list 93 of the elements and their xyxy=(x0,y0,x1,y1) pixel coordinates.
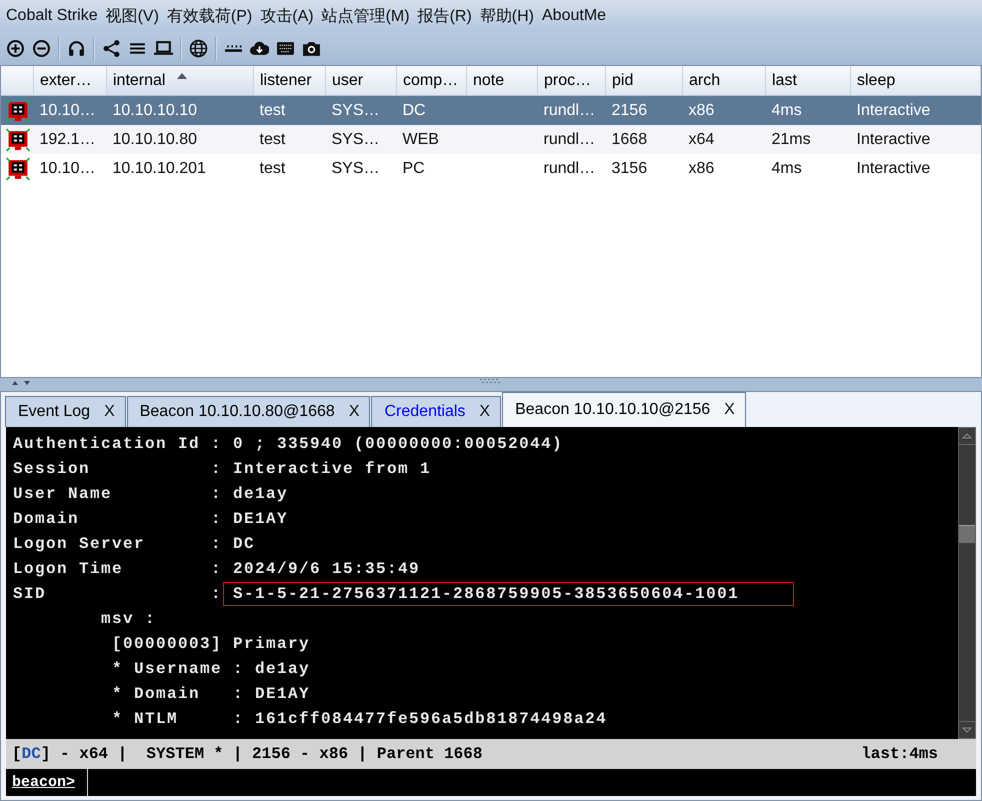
table-row[interactable]: 192.1… 10.10.10.80 test SYS… WEB rundl… 1668 x64 21ms Interactive xyxy=(1,125,980,154)
console-line: [00000003] Primary xyxy=(111,635,310,653)
close-button[interactable]: X xyxy=(724,401,735,419)
session-info: [DC] - x64 | SYSTEM * | 2156 - x86 | Parent 1668 xyxy=(12,745,482,763)
column-header[interactable]: proc… xyxy=(538,66,606,96)
keyboard-icon[interactable] xyxy=(276,39,295,58)
table-cell: x64 xyxy=(688,130,714,148)
menu-item[interactable]: 报告(R) xyxy=(418,6,472,26)
highlighted-value: S-1-5-21-2756371121-2868759905-3853650604-1001 xyxy=(223,582,794,606)
grip-icon[interactable] xyxy=(480,379,502,383)
close-button[interactable]: X xyxy=(479,403,490,421)
table-cell: test xyxy=(260,130,286,148)
column-header[interactable]: user xyxy=(326,66,396,96)
menu-item[interactable]: 帮助(H) xyxy=(480,6,534,26)
console-line: User Name : de1ay xyxy=(13,485,288,503)
table-cell: x86 xyxy=(688,102,714,118)
table-cell: DC xyxy=(402,102,426,118)
table-cell: 192.1… xyxy=(40,130,96,148)
plus-circle-icon[interactable] xyxy=(6,39,25,58)
menu-item[interactable]: 视图(V) xyxy=(106,6,159,26)
computer-icon xyxy=(5,156,31,180)
table-cell: SYS… xyxy=(332,130,380,148)
laptop-icon[interactable] xyxy=(154,39,173,58)
menu-item[interactable]: 站点管理(M) xyxy=(322,6,410,26)
tab[interactable]: Event Log X xyxy=(5,396,126,427)
table-cell: Interactive xyxy=(856,130,930,148)
column-header[interactable]: note xyxy=(466,66,538,96)
table-cell: test xyxy=(260,160,286,176)
table-cell: rundl… xyxy=(544,160,596,176)
table-cell: SYS… xyxy=(332,102,380,118)
menu-item[interactable]: AboutMe xyxy=(542,7,606,25)
table-cell: 10.10.10.10 xyxy=(112,102,198,118)
close-button[interactable]: X xyxy=(104,403,115,421)
column-header[interactable]: pid xyxy=(606,66,682,96)
console-line: * Username : de1ay xyxy=(111,660,310,678)
console-line: msv : xyxy=(100,610,156,628)
computer-icon xyxy=(5,98,31,122)
table-row[interactable]: 10.10… 10.10.10.10 test SYS… DC rundl… 2156 x86 4ms Interactive xyxy=(1,96,980,125)
menu-item[interactable]: Cobalt Strike xyxy=(6,7,98,25)
console-line: Logon Server : DC xyxy=(13,535,256,553)
tab[interactable]: Beacon 10.10.10.10@2156 X xyxy=(502,392,746,427)
table-cell: 2156 xyxy=(612,102,648,118)
table-cell: 10.10… xyxy=(40,102,96,118)
console-line: Domain : DE1AY xyxy=(13,510,288,528)
table-cell: PC xyxy=(402,160,425,176)
console-line: * Domain : DE1AY xyxy=(111,685,310,703)
table-cell: Interactive xyxy=(856,160,930,176)
scroll-down-icon[interactable] xyxy=(958,721,976,739)
sort-arrow-icon xyxy=(177,73,188,80)
tab[interactable]: Beacon 10.10.10.80@1668 X xyxy=(126,396,370,427)
scrollbar[interactable] xyxy=(958,427,976,739)
table-cell: 10.10… xyxy=(40,160,96,176)
table-row[interactable]: 10.10… 10.10.10.201 test SYS… PC rundl… 3156 x86 4ms Interactive xyxy=(1,154,980,183)
table-cell: test xyxy=(260,102,286,118)
computer-icon xyxy=(5,128,31,152)
share-icon[interactable] xyxy=(102,39,121,58)
table-cell: 10.10.10.80 xyxy=(112,130,198,148)
table-cell: 1668 xyxy=(612,130,648,148)
table-cell: 3156 xyxy=(612,160,648,176)
table-cell: Interactive xyxy=(856,102,930,118)
scroll-up-icon[interactable] xyxy=(958,427,976,445)
console-line: * NTLM : 161cff084477fe596a5db81874498a24 xyxy=(111,710,608,728)
column-header[interactable]: exter… xyxy=(34,66,106,96)
console-line: SID : xyxy=(13,585,222,603)
console-line: Authentication Id : 0 ; 335940 (00000000:00052044) xyxy=(13,435,564,453)
table-cell: rundl… xyxy=(544,130,596,148)
cloud-download-icon[interactable] xyxy=(250,39,269,58)
column-header[interactable]: last xyxy=(766,66,850,96)
table-cell: 4ms xyxy=(772,102,802,118)
menu-item[interactable]: 攻击(A) xyxy=(260,6,314,26)
last-seen: last:4ms xyxy=(861,745,938,763)
column-header[interactable]: arch xyxy=(682,66,766,96)
table-cell: 10.10.10.201 xyxy=(112,160,206,176)
scroll-thumb[interactable] xyxy=(959,525,975,543)
console-line: Session : Interactive from 1 xyxy=(13,460,432,478)
menu-item[interactable]: 有效载荷(P) xyxy=(166,6,252,26)
column-header[interactable]: comp… xyxy=(396,66,466,96)
table-cell: 21ms xyxy=(772,130,811,148)
camera-icon[interactable] xyxy=(302,39,321,58)
table-cell: SYS… xyxy=(332,160,380,176)
headphones-icon[interactable] xyxy=(67,39,86,58)
table-cell: x86 xyxy=(688,160,714,176)
table-cell: rundl… xyxy=(544,102,596,118)
minus-circle-icon[interactable] xyxy=(32,39,51,58)
column-header[interactable]: sleep xyxy=(850,66,980,96)
globe-icon[interactable] xyxy=(189,39,208,58)
close-button[interactable]: X xyxy=(348,403,360,421)
column-header[interactable]: internal xyxy=(106,66,254,96)
table-cell: WEB xyxy=(402,130,439,148)
table-cell: 4ms xyxy=(772,160,802,176)
column-header[interactable]: listener xyxy=(254,66,326,96)
tab[interactable]: Credentials X xyxy=(371,396,502,427)
console-line: Logon Time : 2024/9/6 15:35:49 xyxy=(13,560,420,578)
